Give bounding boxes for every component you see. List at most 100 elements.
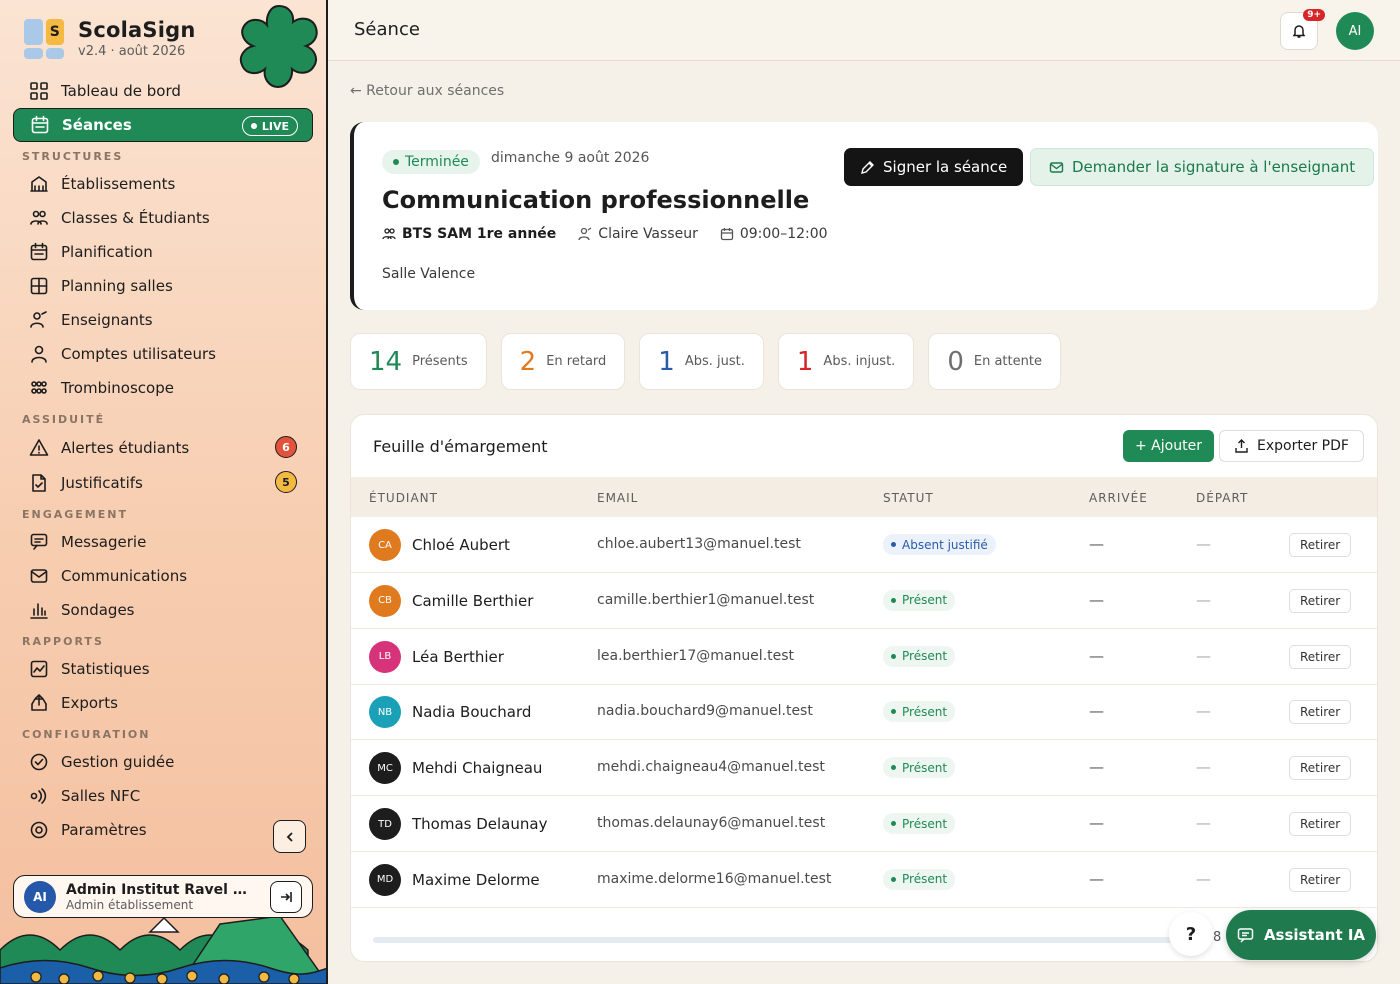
- remove-student-button[interactable]: Retirer: [1289, 700, 1352, 725]
- group-icon: [29, 208, 49, 228]
- stat-label: Présents: [412, 354, 468, 369]
- app-logo: S: [24, 18, 64, 59]
- sidebar-item-label: Communications: [61, 567, 188, 585]
- remove-student-button[interactable]: Retirer: [1289, 644, 1352, 669]
- remove-student-button[interactable]: Retirer: [1289, 588, 1352, 613]
- sidebar-item-planning-salles[interactable]: Planning salles: [13, 269, 313, 303]
- sidebar-item-seances[interactable]: Séances LIVE: [13, 108, 313, 142]
- arrival-time: —: [1089, 702, 1104, 721]
- horizontal-scrollbar[interactable]: [373, 937, 1183, 943]
- stat-abs-just: 1 Abs. just.: [639, 333, 764, 390]
- sidebar-item-gestion-guidee[interactable]: Gestion guidée: [13, 745, 313, 779]
- session-teacher-label: Claire Vasseur: [598, 226, 698, 242]
- mail-icon: [1049, 161, 1064, 173]
- column-student: ÉTUDIANT: [369, 491, 438, 505]
- assistant-ai-button[interactable]: Assistant IA: [1226, 910, 1376, 960]
- student-name: Nadia Bouchard: [412, 703, 532, 722]
- collapse-sidebar-button[interactable]: [273, 820, 306, 853]
- column-email: EMAIL: [597, 491, 639, 505]
- sidebar-item-label: Séances: [62, 116, 132, 134]
- check-circle-icon: [29, 752, 49, 772]
- count-badge: 5: [275, 471, 297, 493]
- sidebar-item-label: Tableau de bord: [61, 82, 181, 100]
- request-signature-button[interactable]: Demander la signature à l'enseignant: [1030, 148, 1375, 186]
- session-title: Communication professionnelle: [382, 186, 810, 214]
- sidebar-item-label: Sondages: [61, 601, 135, 619]
- user-name: Admin Institut Ravel For...: [66, 881, 252, 898]
- sidebar-item-statistiques[interactable]: Statistiques: [13, 652, 313, 686]
- back-link[interactable]: ← Retour aux séances: [350, 83, 504, 99]
- sidebar-item-label: Paramètres: [61, 821, 147, 839]
- sidebar-item-trombinoscope[interactable]: Trombinoscope: [13, 371, 313, 405]
- column-status: STATUT: [883, 491, 934, 505]
- sidebar-item-planification[interactable]: Planification: [13, 235, 313, 269]
- sidebar-item-alertes-etudiants[interactable]: Alertes étudiants 6: [13, 430, 313, 465]
- request-signature-label: Demander la signature à l'enseignant: [1072, 158, 1356, 176]
- sidebar-item-justificatifs[interactable]: Justificatifs 5: [13, 465, 313, 500]
- column-departure: DÉPART: [1196, 491, 1249, 505]
- remove-student-button[interactable]: Retirer: [1289, 533, 1352, 557]
- attendance-sheet: Feuille d'émargement + Ajouter Exporter …: [350, 414, 1378, 962]
- sidebar-item-communications[interactable]: Communications: [13, 559, 313, 593]
- departure-time: —: [1196, 702, 1211, 721]
- calendar-icon: [30, 115, 50, 135]
- app-name: ScolaSign: [78, 18, 196, 42]
- document-icon: [29, 473, 49, 493]
- logout-button[interactable]: [270, 880, 302, 913]
- sidebar-item-label: Statistiques: [61, 660, 150, 678]
- sign-session-button[interactable]: Signer la séance: [844, 148, 1024, 186]
- table-row: MD Maxime Delorme maxime.delorme16@manuel.…: [351, 852, 1377, 908]
- departure-time: —: [1196, 814, 1211, 832]
- student-email: nadia.bouchard9@manuel.test: [597, 703, 813, 720]
- sidebar-item-sondages[interactable]: Sondages: [13, 593, 313, 627]
- table-row: CB Camille Berthier camille.berthier1@manu…: [351, 573, 1377, 629]
- export-pdf-button[interactable]: Exporter PDF: [1219, 430, 1364, 462]
- sidebar-item-tableau-de-bord[interactable]: Tableau de bord: [13, 74, 313, 108]
- stat-presents: 14 Présents: [350, 333, 487, 390]
- export-icon: [1235, 438, 1248, 453]
- sidebar-item-parametres[interactable]: Paramètres: [13, 813, 313, 847]
- sidebar-item-enseignants[interactable]: Enseignants: [13, 303, 313, 337]
- teacher-icon: [578, 227, 592, 241]
- stat-abs-injust: 1 Abs. injust.: [777, 333, 915, 390]
- sidebar-item-messagerie[interactable]: Messagerie: [13, 525, 313, 559]
- status-badge: Présent: [883, 589, 956, 611]
- sidebar-item-exports[interactable]: Exports: [13, 686, 313, 720]
- session-status-badge: Terminée: [382, 150, 480, 174]
- sidebar-item-label: Trombinoscope: [61, 379, 174, 397]
- table-row: NB Nadia Bouchard nadia.bouchard9@manuel.t…: [351, 684, 1377, 741]
- remove-student-button[interactable]: Retirer: [1289, 867, 1352, 892]
- sidebar-item-classes-etudiants[interactable]: Classes & Étudiants: [13, 201, 313, 235]
- dashboard-icon: [29, 81, 49, 101]
- sidebar-item-comptes-utilisateurs[interactable]: Comptes utilisateurs: [13, 337, 313, 371]
- assistant-ai-label: Assistant IA: [1263, 926, 1366, 944]
- add-student-button[interactable]: + Ajouter: [1123, 430, 1214, 462]
- notifications-button[interactable]: 9+: [1280, 9, 1325, 50]
- calendar-icon: [29, 242, 49, 262]
- departure-time: —: [1196, 535, 1211, 553]
- student-name: Léa Berthier: [412, 647, 504, 666]
- student-name: Chloé Aubert: [412, 536, 510, 554]
- session-meta: BTS SAM 1re année Claire Vasseur 09:00–1…: [382, 226, 828, 242]
- remove-student-button[interactable]: Retirer: [1289, 812, 1352, 836]
- count-badge: 6: [275, 436, 297, 458]
- sidebar-item-salles-nfc[interactable]: Salles NFC: [13, 779, 313, 813]
- student-name: Maxime Delorme: [412, 870, 540, 889]
- bell-icon: [1292, 25, 1306, 38]
- student-avatar: MD: [369, 863, 401, 896]
- profile-avatar[interactable]: AI: [1336, 12, 1374, 50]
- table-row: TD Thomas Delaunay thomas.delaunay6@manuel…: [351, 796, 1377, 852]
- nfc-icon: [29, 786, 49, 806]
- table-row: LB Léa Berthier lea.berthier17@manuel.test…: [351, 629, 1377, 685]
- group-icon: [382, 228, 396, 240]
- remove-student-button[interactable]: Retirer: [1289, 756, 1352, 781]
- help-button[interactable]: ?: [1169, 912, 1213, 956]
- session-time: 09:00–12:00: [720, 226, 828, 242]
- live-badge: LIVE: [241, 116, 298, 136]
- user-card[interactable]: AI Admin Institut Ravel For... Admin éta…: [13, 875, 313, 918]
- departure-time: —: [1196, 869, 1211, 888]
- departure-time: —: [1196, 646, 1211, 665]
- sidebar-item-etablissements[interactable]: Établissements: [13, 167, 313, 201]
- stat-label: Abs. just.: [684, 354, 745, 369]
- brand[interactable]: S ScolaSign v2.4 · août 2026: [24, 18, 195, 59]
